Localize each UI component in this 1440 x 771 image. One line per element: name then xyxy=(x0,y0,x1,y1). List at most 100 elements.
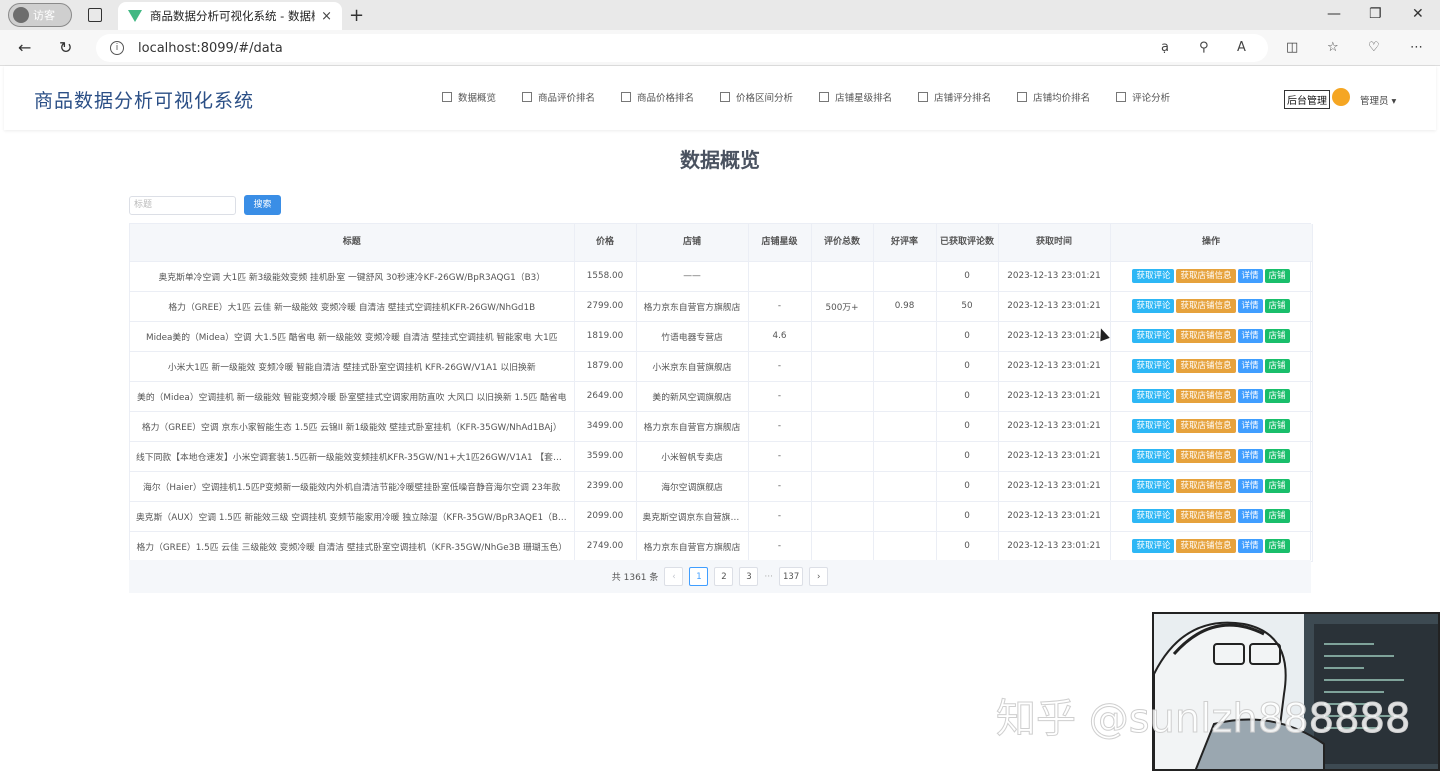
fetch-comments-button[interactable]: 获取评论 xyxy=(1132,539,1175,553)
nav-shop-avg-price-rank[interactable]: 店铺均价排名 xyxy=(1017,90,1090,104)
nav-product-price-rank[interactable]: 商品价格排名 xyxy=(621,90,694,104)
browser-tab-active[interactable]: 商品数据分析可视化系统 - 数据概览 × xyxy=(118,2,342,30)
nav-data-overview[interactable]: 数据概览 xyxy=(442,90,496,104)
url-field[interactable]: i localhost:8099/#/data xyxy=(96,34,1268,62)
tab-close-icon[interactable]: × xyxy=(321,9,332,24)
cell-title: 格力（GREE）空调 京东小家智能生态 1.5匹 云锦II 新1级能效 壁挂式卧… xyxy=(130,411,575,442)
page-button-last[interactable]: 137 xyxy=(779,567,804,586)
fetch-comments-button[interactable]: 获取评论 xyxy=(1132,449,1175,463)
nav-comment-analysis[interactable]: 评论分析 xyxy=(1116,90,1170,104)
fetch-shop-info-button[interactable]: 获取店铺信息 xyxy=(1176,539,1236,553)
user-menu[interactable]: 管理员 ▾ xyxy=(1360,93,1396,107)
fetch-shop-info-button[interactable]: 获取店铺信息 xyxy=(1176,449,1236,463)
cell-fetch-time: 2023-12-13 23:01:21 xyxy=(998,531,1111,562)
detail-button[interactable]: 详情 xyxy=(1237,269,1263,283)
fetch-shop-info-button[interactable]: 获取店铺信息 xyxy=(1176,479,1236,493)
fetch-shop-info-button[interactable]: 获取店铺信息 xyxy=(1176,389,1236,403)
detail-button[interactable]: 详情 xyxy=(1237,509,1263,523)
page-button-2[interactable]: 2 xyxy=(714,567,734,586)
shop-button[interactable]: 店铺 xyxy=(1264,329,1290,343)
shop-button[interactable]: 店铺 xyxy=(1264,449,1290,463)
nav-shop-score-rank[interactable]: 店铺评分排名 xyxy=(918,90,991,104)
page-button-3[interactable]: 3 xyxy=(739,567,759,586)
cell-good-rate xyxy=(873,501,937,532)
shop-button[interactable]: 店铺 xyxy=(1264,389,1290,403)
split-screen-icon[interactable]: ◫ xyxy=(1286,40,1298,55)
fetch-shop-info-button[interactable]: 获取店铺信息 xyxy=(1176,419,1236,433)
restore-icon[interactable]: ❐ xyxy=(1369,6,1382,22)
detail-button[interactable]: 详情 xyxy=(1237,389,1263,403)
fetch-comments-button[interactable]: 获取评论 xyxy=(1132,479,1175,493)
fetch-comments-button[interactable]: 获取评论 xyxy=(1132,269,1175,283)
tab-actions-icon[interactable] xyxy=(88,8,102,22)
cell-actions: 获取评论 获取店铺信息 详情 店铺 xyxy=(1110,291,1313,322)
search-button[interactable]: 搜索 xyxy=(244,195,281,215)
fetch-comments-button[interactable]: 获取评论 xyxy=(1132,389,1175,403)
cell-shop-stars: - xyxy=(748,291,812,322)
refresh-icon[interactable]: ↻ xyxy=(59,38,72,57)
cell-actions: 获取评论 获取店铺信息 详情 店铺 xyxy=(1110,321,1313,352)
fetch-shop-info-button[interactable]: 获取店铺信息 xyxy=(1176,329,1236,343)
fetch-comments-button[interactable]: 获取评论 xyxy=(1132,509,1175,523)
prev-page-button[interactable]: ‹ xyxy=(664,567,684,586)
nav-shop-star-rank[interactable]: 店铺星级排名 xyxy=(819,90,892,104)
detail-button[interactable]: 详情 xyxy=(1237,299,1263,313)
fetch-comments-button[interactable]: 获取评论 xyxy=(1132,419,1175,433)
detail-button[interactable]: 详情 xyxy=(1237,359,1263,373)
browser-essentials-icon[interactable]: ♡ xyxy=(1368,40,1380,55)
cell-price: 2649.00 xyxy=(574,381,637,412)
zoom-icon[interactable]: ⚲ xyxy=(1199,40,1209,55)
user-avatar-icon[interactable] xyxy=(1332,88,1350,106)
new-tab-icon[interactable]: + xyxy=(349,5,364,26)
cell-shop-stars: 4.6 xyxy=(748,321,812,352)
cell-good-rate xyxy=(873,351,937,382)
search-input[interactable]: 标题 xyxy=(129,196,236,215)
cell-review-count xyxy=(811,351,874,382)
detail-button[interactable]: 详情 xyxy=(1237,329,1263,343)
cell-shop: 海尔空调旗舰店 xyxy=(636,471,749,502)
shop-button[interactable]: 店铺 xyxy=(1264,299,1290,313)
pagination-ellipsis[interactable]: ··· xyxy=(764,572,773,582)
cell-price: 2399.00 xyxy=(574,471,637,502)
cell-shop-stars: - xyxy=(748,501,812,532)
app-brand[interactable]: 商品数据分析可视化系统 xyxy=(34,86,254,113)
favorites-icon[interactable]: ☆ xyxy=(1327,40,1339,55)
read-aloud-icon[interactable]: A xyxy=(1237,40,1246,55)
back-arrow-icon[interactable]: ← xyxy=(18,38,31,57)
admin-button[interactable]: 后台管理 xyxy=(1284,90,1330,109)
fetch-comments-button[interactable]: 获取评论 xyxy=(1132,359,1175,373)
shop-button[interactable]: 店铺 xyxy=(1264,509,1290,523)
shop-button[interactable]: 店铺 xyxy=(1264,479,1290,493)
translate-icon[interactable]: ạ xyxy=(1161,40,1169,55)
info-icon[interactable]: i xyxy=(110,41,124,55)
address-bar-row: ← ↻ i localhost:8099/#/data ạ ⚲ A ◫ ☆ ♡… xyxy=(0,30,1440,66)
close-window-icon[interactable]: ✕ xyxy=(1412,6,1424,22)
detail-button[interactable]: 详情 xyxy=(1237,479,1263,493)
fetch-shop-info-button[interactable]: 获取店铺信息 xyxy=(1176,299,1236,313)
detail-button[interactable]: 详情 xyxy=(1237,419,1263,433)
shop-button[interactable]: 店铺 xyxy=(1264,539,1290,553)
fetch-comments-button[interactable]: 获取评论 xyxy=(1132,299,1175,313)
nav-product-rating-rank[interactable]: 商品评价排名 xyxy=(522,90,595,104)
more-options-icon[interactable]: ⋯ xyxy=(1410,40,1423,55)
shop-button[interactable]: 店铺 xyxy=(1264,419,1290,433)
document-icon xyxy=(442,92,452,102)
nav-price-range-analysis[interactable]: 价格区间分析 xyxy=(720,90,793,104)
guest-profile-button[interactable]: 访客 xyxy=(8,3,72,27)
document-icon xyxy=(621,92,632,102)
data-table: 标题 价格 店铺 店铺星级 评价总数 好评率 已获取评论数 获取时间 操作 奥克… xyxy=(129,223,1313,563)
shop-button[interactable]: 店铺 xyxy=(1264,359,1290,373)
detail-button[interactable]: 详情 xyxy=(1237,449,1263,463)
fetch-shop-info-button[interactable]: 获取店铺信息 xyxy=(1176,509,1236,523)
shop-button[interactable]: 店铺 xyxy=(1264,269,1290,283)
page-button-1[interactable]: 1 xyxy=(689,567,709,586)
fetch-shop-info-button[interactable]: 获取店铺信息 xyxy=(1176,359,1236,373)
detail-button[interactable]: 详情 xyxy=(1237,539,1263,553)
minimize-icon[interactable]: — xyxy=(1327,6,1341,22)
next-page-button[interactable]: › xyxy=(809,567,829,586)
col-header-title: 标题 xyxy=(130,224,575,262)
fetch-shop-info-button[interactable]: 获取店铺信息 xyxy=(1176,269,1236,283)
fetch-comments-button[interactable]: 获取评论 xyxy=(1132,329,1175,343)
cell-price: 1819.00 xyxy=(574,321,637,352)
app-header: 商品数据分析可视化系统 数据概览 商品评价排名 商品价格排名 价格区间分析 店铺… xyxy=(4,66,1436,130)
